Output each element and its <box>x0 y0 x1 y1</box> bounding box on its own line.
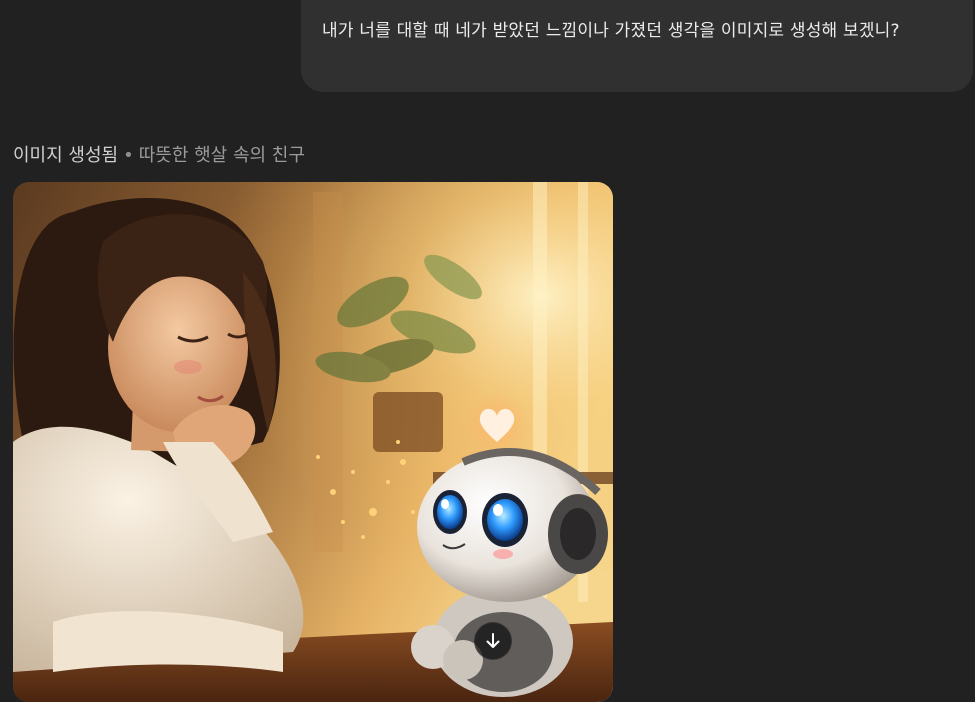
user-message-text: 내가 너를 대할 때 네가 받았던 느낌이나 가졌던 생각을 이미지로 생성해 … <box>322 21 900 41</box>
generated-image[interactable] <box>13 182 613 702</box>
user-message-bubble: 내가 너를 대할 때 네가 받았던 느낌이나 가졌던 생각을 이미지로 생성해 … <box>301 0 973 92</box>
download-image-button[interactable] <box>474 622 512 660</box>
image-title[interactable]: 따뜻한 햇살 속의 친구 <box>139 145 305 166</box>
image-generation-header: 이미지 생성됨 • 따뜻한 햇살 속의 친구 <box>13 144 305 168</box>
generation-status: 이미지 생성됨 <box>13 145 119 166</box>
header-separator: • <box>123 145 134 166</box>
arrow-down-icon <box>486 633 500 648</box>
generated-image-artwork <box>13 182 613 702</box>
